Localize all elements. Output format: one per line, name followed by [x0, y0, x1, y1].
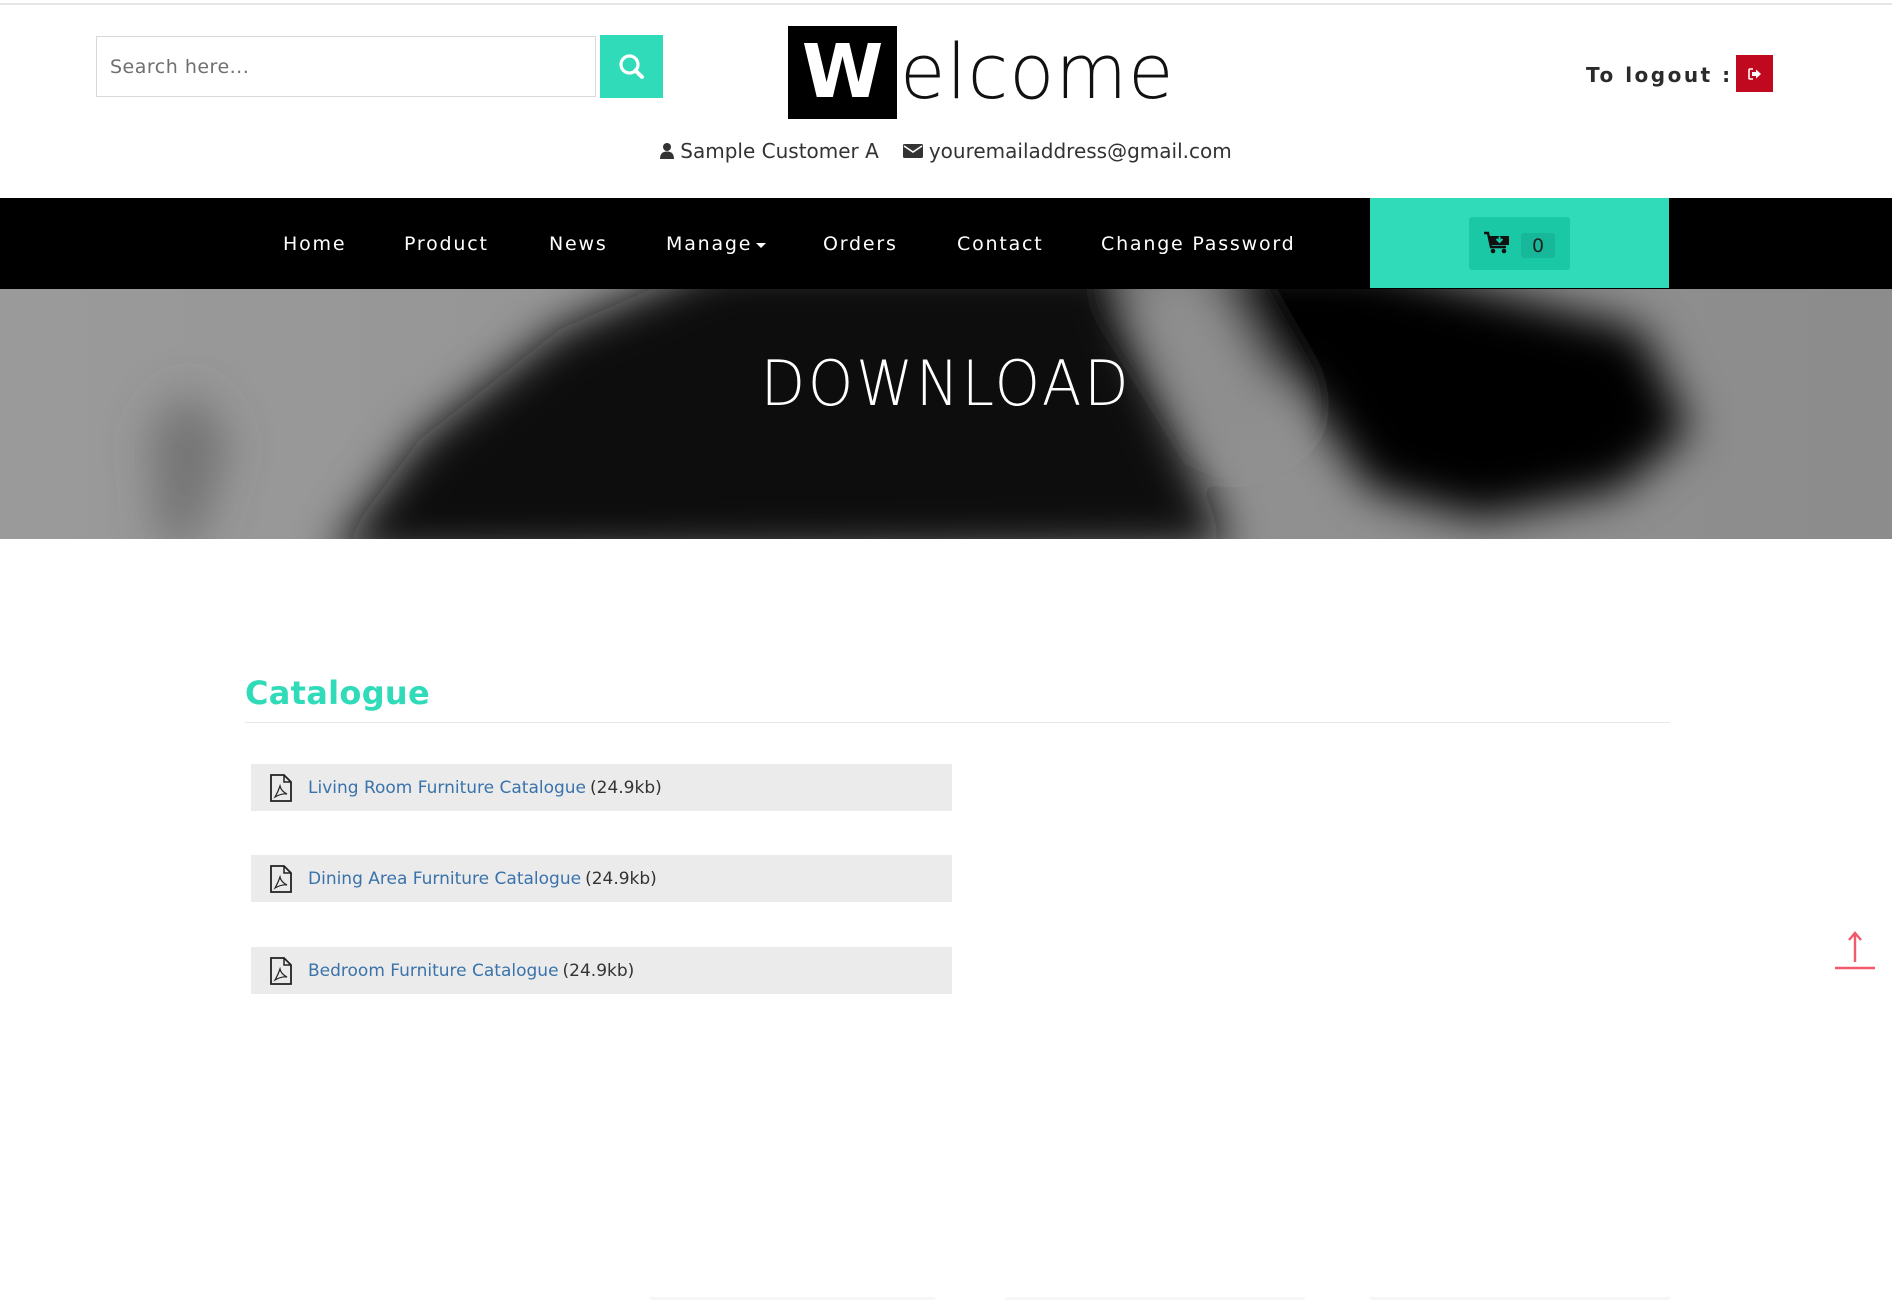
- nav-product-label: Product: [404, 232, 489, 255]
- hero-title: DOWNLOAD: [760, 347, 1132, 420]
- nav-contact-label: Contact: [957, 232, 1044, 255]
- pdf-file-icon: [269, 864, 293, 893]
- file-download-link[interactable]: Dining Area Furniture Catalogue: [308, 869, 581, 889]
- caret-down-icon: [756, 242, 767, 248]
- nav-orders[interactable]: Orders: [823, 198, 898, 289]
- cart-button[interactable]: 0: [1469, 217, 1570, 270]
- pdf-file-icon: [269, 773, 293, 802]
- search-icon: [617, 52, 647, 82]
- nav-manage-label: Manage: [666, 232, 753, 255]
- footer-edge: [650, 1297, 935, 1300]
- pdf-file-icon: [269, 956, 293, 985]
- hero-banner: DOWNLOAD: [0, 289, 1892, 539]
- welcome-logo: W elcome: [788, 25, 1183, 119]
- top-border: [0, 3, 1892, 5]
- logo-text: elcome: [900, 27, 1175, 116]
- logout-button[interactable]: [1736, 55, 1773, 92]
- sign-out-icon: [1747, 67, 1762, 80]
- file-size: (24.9kb): [562, 960, 635, 981]
- file-size: (24.9kb): [590, 777, 662, 798]
- nav-change-password-label: Change Password: [1101, 232, 1296, 255]
- user-name: Sample Customer A: [680, 139, 879, 163]
- nav-contact[interactable]: Contact: [957, 198, 1044, 289]
- file-row: Living Room Furniture Catalogue (24.9kb): [251, 764, 952, 811]
- nav-news-label: News: [549, 232, 608, 255]
- logout-label: To logout :: [1586, 63, 1733, 87]
- cart-area: 0: [1370, 198, 1669, 288]
- section-divider: [245, 722, 1670, 723]
- user-icon: [660, 142, 675, 160]
- cart-download-icon: [1483, 231, 1511, 255]
- file-download-link[interactable]: Living Room Furniture Catalogue: [308, 778, 586, 798]
- nav-home[interactable]: Home: [283, 198, 346, 289]
- nav-home-label: Home: [283, 232, 347, 255]
- footer-edge: [1005, 1297, 1305, 1300]
- nav-change-password[interactable]: Change Password: [1101, 198, 1296, 289]
- user-email: youremailaddress@gmail.com: [928, 139, 1232, 163]
- nav-orders-label: Orders: [823, 232, 898, 255]
- file-size: (24.9kb): [585, 868, 657, 889]
- arrow-up-icon: [1833, 928, 1877, 972]
- logo-initial: W: [788, 25, 897, 119]
- file-row: Dining Area Furniture Catalogue (24.9kb): [251, 855, 952, 902]
- nav-product[interactable]: Product: [404, 198, 489, 289]
- file-download-link[interactable]: Bedroom Furniture Catalogue: [308, 961, 559, 981]
- search-button[interactable]: [600, 35, 663, 98]
- user-info: Sample Customer A youremailaddress@gmail…: [0, 139, 1892, 163]
- nav-news[interactable]: News: [549, 198, 608, 289]
- envelope-icon: [902, 143, 923, 159]
- back-to-top-button[interactable]: [1833, 928, 1877, 972]
- file-row: Bedroom Furniture Catalogue (24.9kb): [251, 947, 952, 994]
- nav-manage[interactable]: Manage: [666, 198, 767, 289]
- cart-count: 0: [1521, 233, 1555, 258]
- catalogue-heading: Catalogue: [245, 674, 431, 712]
- footer-edge: [1370, 1297, 1670, 1300]
- search-input[interactable]: [96, 36, 596, 97]
